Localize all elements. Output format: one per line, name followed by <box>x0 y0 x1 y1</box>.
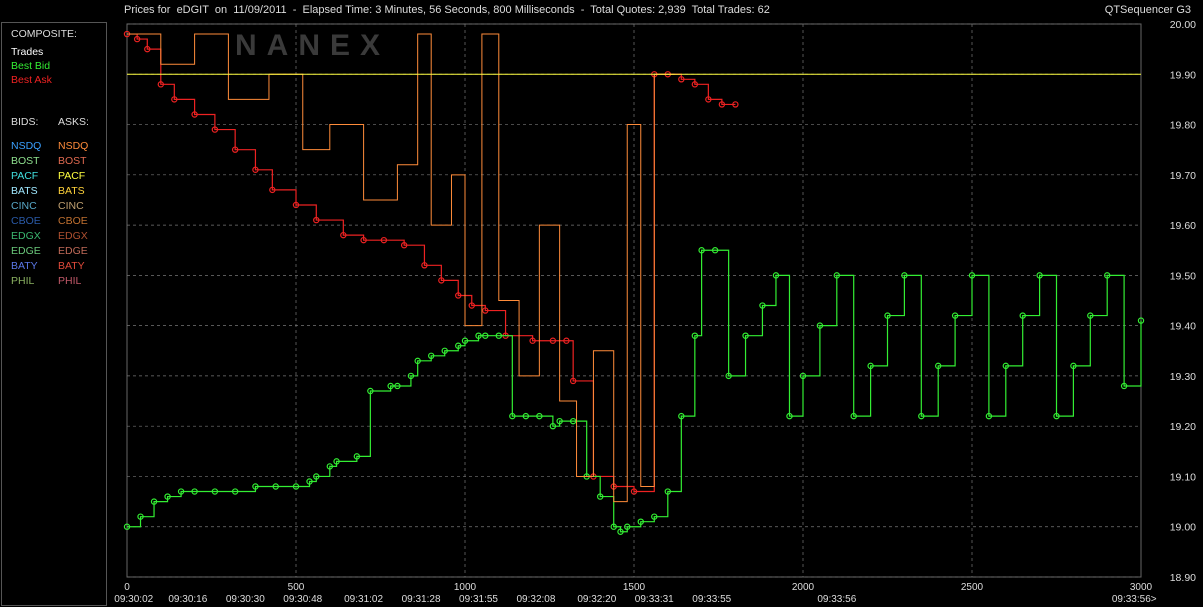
y-tick-label: 19.60 <box>1170 220 1196 232</box>
time-label: 09:33:56 <box>817 594 856 605</box>
x-tick-label: 2500 <box>961 582 984 593</box>
price-chart: NANEX 20.00 19.90 19.80 19.70 19.60 19.50 19.40… <box>114 19 1196 605</box>
x-tick-label: 500 <box>288 582 305 593</box>
time-label: 09:30:02 <box>114 594 153 605</box>
time-label: 09:33:56> <box>1112 594 1157 605</box>
time-label: 09:31:55 <box>459 594 498 605</box>
y-tick-label: 19.00 <box>1170 522 1196 534</box>
time-label: 09:31:02 <box>344 594 383 605</box>
time-label: 09:30:30 <box>226 594 265 605</box>
y-tick-label: 18.90 <box>1170 572 1196 584</box>
time-label: 09:30:48 <box>283 594 322 605</box>
x-tick-label: 0 <box>124 582 130 593</box>
watermark: NANEX <box>235 29 390 62</box>
time-label: 09:33:55 <box>692 594 731 605</box>
y-tick-label: 19.80 <box>1170 120 1196 132</box>
y-tick-label: 19.70 <box>1170 170 1196 182</box>
x-tick-label: 2000 <box>792 582 815 593</box>
x-tick-label: 1000 <box>454 582 477 593</box>
y-tick-label: 20.00 <box>1170 19 1196 31</box>
x-tick-label: 1500 <box>623 582 646 593</box>
time-label: 09:31:28 <box>402 594 441 605</box>
x-tick-label: 3000 <box>1130 582 1153 593</box>
y-tick-label: 19.20 <box>1170 421 1196 433</box>
y-tick-label: 19.50 <box>1170 270 1196 282</box>
time-label: 09:32:20 <box>577 594 616 605</box>
y-tick-label: 19.90 <box>1170 69 1196 81</box>
y-tick-label: 19.40 <box>1170 321 1196 333</box>
time-label: 09:32:08 <box>517 594 556 605</box>
time-label: 09:33:31 <box>635 594 674 605</box>
y-tick-label: 19.10 <box>1170 471 1196 483</box>
time-label: 09:30:16 <box>168 594 207 605</box>
y-tick-label: 19.30 <box>1170 371 1196 383</box>
